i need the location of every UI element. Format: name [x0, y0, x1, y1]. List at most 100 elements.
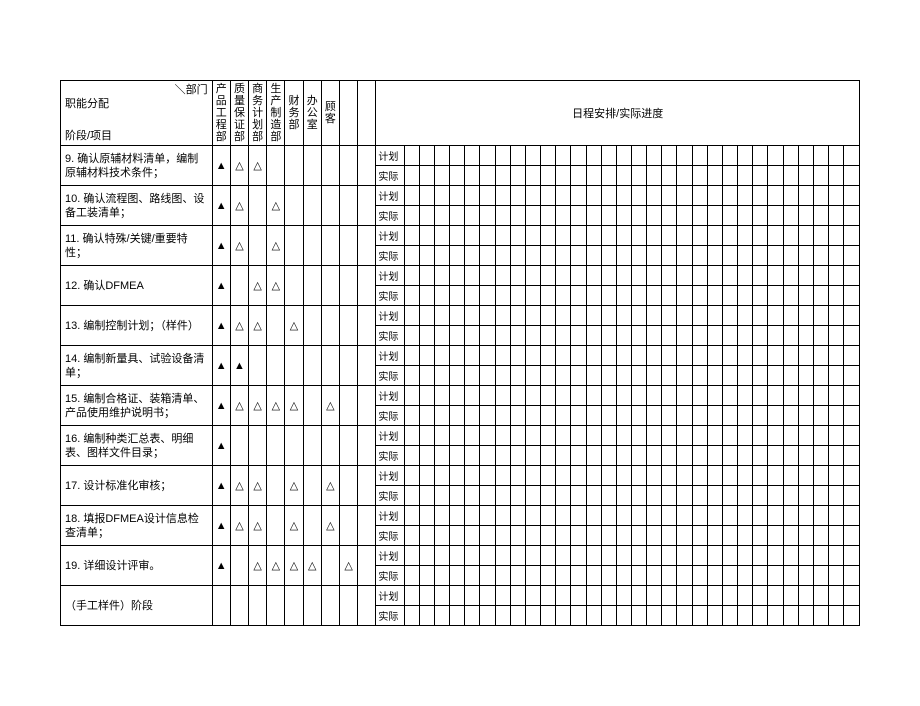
schedule-cell — [783, 166, 798, 186]
schedule-cell — [480, 266, 495, 286]
schedule-cell — [647, 546, 662, 566]
task-cell: 9. 确认原辅材料清单，编制原辅材料技术条件； — [61, 146, 213, 186]
schedule-cell — [813, 506, 828, 526]
schedule-cell — [738, 586, 753, 606]
schedule-cell — [571, 466, 586, 486]
schedule-cell — [404, 146, 419, 166]
schedule-cell — [813, 546, 828, 566]
schedule-cell — [450, 186, 465, 206]
schedule-cell — [662, 226, 677, 246]
schedule-cell — [419, 146, 434, 166]
schedule-cell — [753, 606, 768, 626]
schedule-cell — [692, 226, 707, 246]
schedule-cell — [692, 306, 707, 326]
schedule-cell — [677, 186, 692, 206]
actual-label-cell: 实际 — [376, 206, 404, 226]
schedule-cell — [404, 566, 419, 586]
schedule-cell — [647, 526, 662, 546]
schedule-cell — [677, 566, 692, 586]
schedule-cell — [480, 306, 495, 326]
mark-cell: △ — [230, 146, 248, 186]
schedule-cell — [753, 266, 768, 286]
mark-cell — [267, 146, 285, 186]
task-cell: 13. 编制控制计划；（样件） — [61, 306, 213, 346]
schedule-cell — [662, 366, 677, 386]
schedule-cell — [525, 326, 540, 346]
schedule-cell — [662, 506, 677, 526]
schedule-cell — [586, 146, 601, 166]
schedule-cell — [768, 306, 783, 326]
mark-cell: ▲ — [212, 386, 230, 426]
schedule-cell — [783, 346, 798, 366]
schedule-cell — [647, 366, 662, 386]
schedule-cell — [798, 606, 813, 626]
schedule-cell — [601, 566, 616, 586]
schedule-cell — [541, 386, 556, 406]
schedule-cell — [434, 346, 449, 366]
mark-cell: ▲ — [212, 146, 230, 186]
schedule-cell — [510, 486, 525, 506]
schedule-cell — [844, 606, 860, 626]
schedule-cell — [768, 386, 783, 406]
schedule-cell — [738, 206, 753, 226]
schedule-cell — [616, 426, 631, 446]
schedule-cell — [631, 586, 646, 606]
schedule-cell — [465, 306, 480, 326]
schedule-cell — [753, 146, 768, 166]
schedule-cell — [450, 346, 465, 366]
schedule-cell — [753, 346, 768, 366]
dept-header: 顾客 — [321, 81, 339, 146]
mark-cell: ▲ — [212, 426, 230, 466]
schedule-cell — [571, 366, 586, 386]
schedule-cell — [556, 406, 571, 426]
schedule-cell — [631, 546, 646, 566]
actual-label-cell: 实际 — [376, 286, 404, 306]
mark-cell — [230, 426, 248, 466]
schedule-cell — [586, 186, 601, 206]
schedule-cell — [768, 586, 783, 606]
plan-label-cell: 计划 — [376, 506, 404, 526]
schedule-cell — [601, 306, 616, 326]
schedule-cell — [450, 146, 465, 166]
table-row: 15. 编制合格证、装箱清单、产品使用维护说明书；▲△△△△△计划 — [61, 386, 860, 406]
mark-cell: △ — [285, 306, 303, 346]
mark-cell — [285, 266, 303, 306]
schedule-cell — [829, 226, 844, 246]
mark-cell — [339, 466, 357, 506]
schedule-cell — [738, 506, 753, 526]
schedule-cell — [798, 246, 813, 266]
schedule-cell — [677, 366, 692, 386]
schedule-cell — [829, 346, 844, 366]
schedule-cell — [404, 386, 419, 406]
mark-cell — [321, 186, 339, 226]
schedule-cell — [541, 406, 556, 426]
schedule-cell — [571, 586, 586, 606]
schedule-cell — [783, 426, 798, 446]
schedule-cell — [525, 306, 540, 326]
plan-label-cell: 计划 — [376, 546, 404, 566]
schedule-cell — [753, 326, 768, 346]
schedule-cell — [738, 526, 753, 546]
schedule-cell — [465, 506, 480, 526]
schedule-cell — [510, 466, 525, 486]
schedule-cell — [510, 166, 525, 186]
schedule-cell — [753, 306, 768, 326]
schedule-cell — [434, 426, 449, 446]
schedule-cell — [556, 206, 571, 226]
schedule-cell — [677, 586, 692, 606]
schedule-cell — [434, 506, 449, 526]
schedule-cell — [510, 186, 525, 206]
schedule-cell — [768, 186, 783, 206]
schedule-cell — [798, 506, 813, 526]
schedule-cell — [768, 166, 783, 186]
schedule-cell — [662, 466, 677, 486]
schedule-cell — [647, 426, 662, 446]
schedule-cell — [631, 246, 646, 266]
schedule-cell — [510, 346, 525, 366]
schedule-cell — [525, 246, 540, 266]
schedule-cell — [798, 366, 813, 386]
schedule-cell — [631, 386, 646, 406]
mark-cell — [303, 226, 321, 266]
schedule-cell — [722, 286, 737, 306]
schedule-cell — [631, 526, 646, 546]
